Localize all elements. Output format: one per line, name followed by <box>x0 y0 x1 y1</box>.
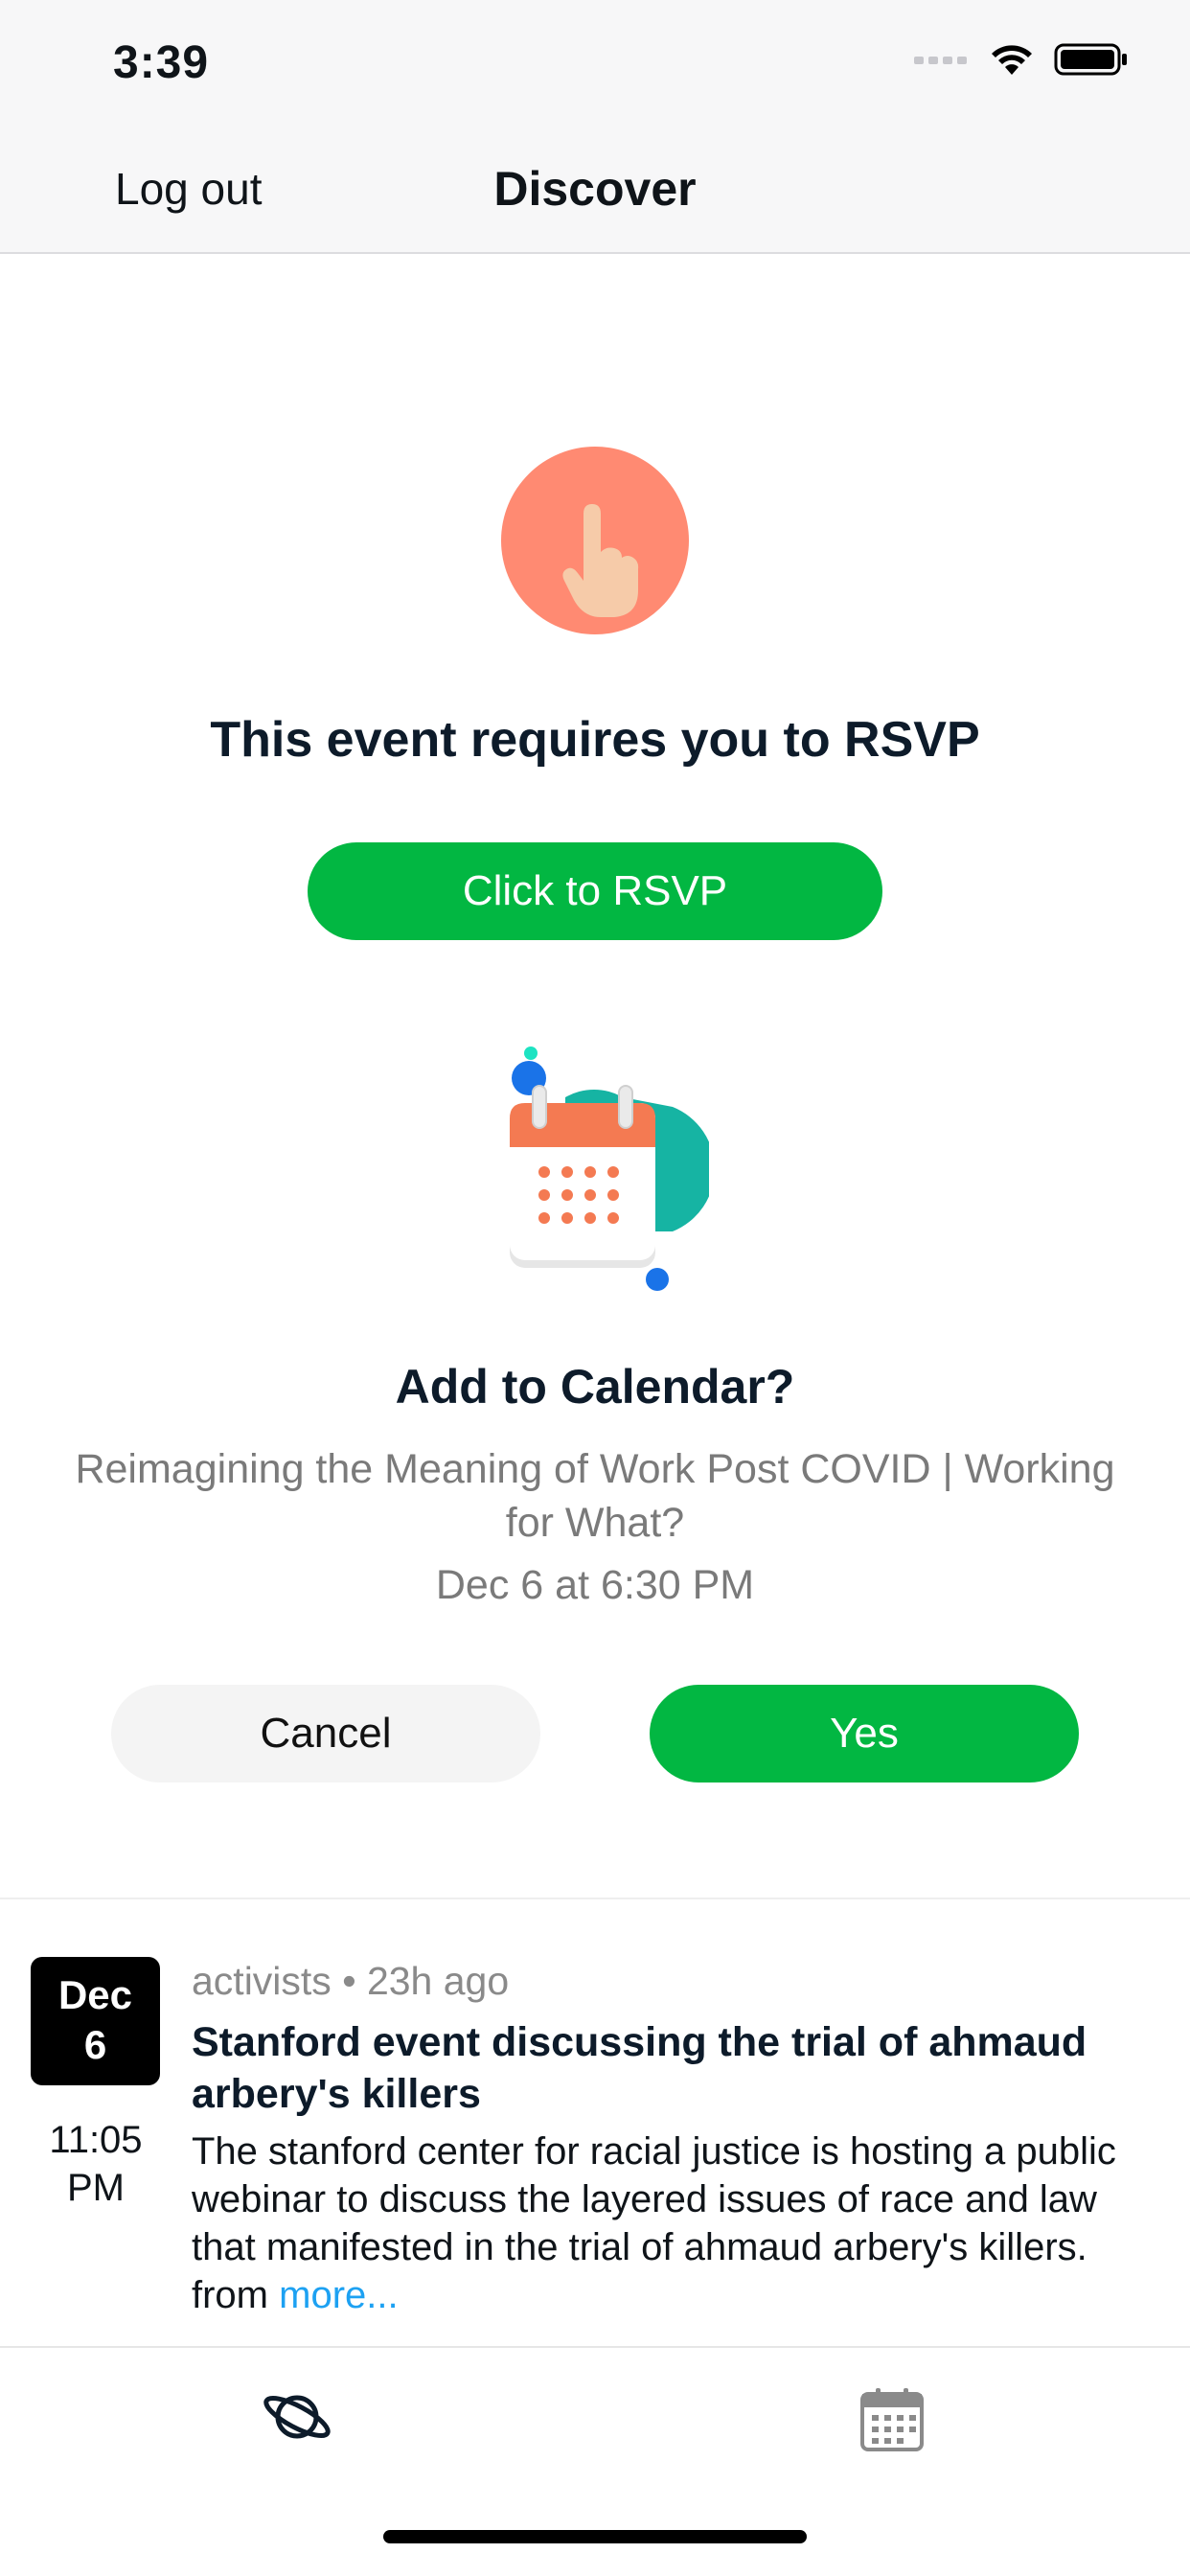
tab-discover[interactable] <box>259 2386 335 2452</box>
battery-icon <box>1054 43 1127 76</box>
date-badge-day: 6 <box>83 2022 107 2067</box>
date-badge-month: Dec <box>57 1972 133 2017</box>
tab-calendar[interactable] <box>858 2386 926 2458</box>
yes-button[interactable]: Yes <box>650 1685 1079 1782</box>
hand-pointer-icon <box>501 447 689 634</box>
event-name: Reimagining the Meaning of Work Post COV… <box>75 1446 1115 1546</box>
event-time: 11:05 PM <box>19 2116 172 2212</box>
status-icons <box>914 42 1129 77</box>
card-meta: activists • 23h ago <box>192 1959 510 2003</box>
page-title: Discover <box>493 162 697 216</box>
cancel-button[interactable]: Cancel <box>111 1685 540 1782</box>
event-time-period: PM <box>67 2167 125 2209</box>
calendar-illustration-icon <box>510 1046 709 1291</box>
event-datetime: Dec 6 at 6:30 PM <box>435 1562 755 1608</box>
card-body: The stanford center for racial justice i… <box>192 2128 1159 2319</box>
top-bar: 3:39 Log out Discover <box>0 0 1190 254</box>
card-title[interactable]: Stanford event discussing the trial of a… <box>192 2016 1150 2120</box>
planet-icon <box>263 2395 331 2439</box>
home-indicator <box>383 2530 807 2543</box>
rsvp-title: This event requires you to RSVP <box>210 712 980 768</box>
rsvp-button[interactable]: Click to RSVP <box>308 842 882 940</box>
more-link[interactable]: more... <box>279 2274 398 2316</box>
status-time: 3:39 <box>113 37 210 88</box>
calendar-icon <box>860 2388 924 2451</box>
wifi-icon <box>992 45 1032 75</box>
add-to-calendar-title: Add to Calendar? <box>395 1360 795 1414</box>
date-badge: Dec 6 <box>31 1957 160 2085</box>
event-time-clock: 11:05 <box>49 2119 143 2161</box>
divider <box>0 1898 1190 1899</box>
signal-icon <box>914 57 967 64</box>
